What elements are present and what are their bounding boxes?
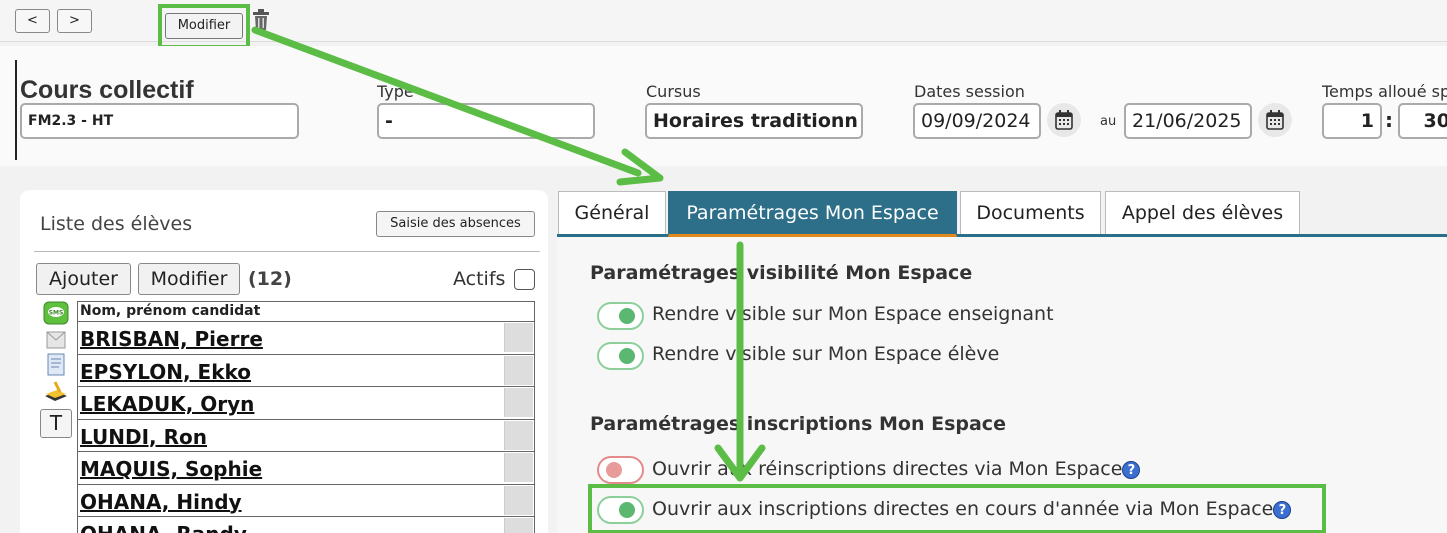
active-filter-label: Actifs — [453, 268, 506, 290]
eraser-icon[interactable] — [504, 420, 533, 450]
text-icon[interactable]: T — [40, 409, 72, 438]
table-row[interactable]: EPSYLON, Ekko — [78, 355, 534, 387]
help-icon[interactable]: ? — [1122, 461, 1141, 479]
eraser-icon[interactable] — [504, 518, 533, 533]
envelope-icon[interactable] — [43, 327, 69, 351]
tab-documents[interactable]: Documents — [960, 191, 1101, 234]
book-icon[interactable] — [43, 380, 69, 404]
course-title: Cours collectif — [20, 76, 194, 104]
table-row[interactable]: OHANA, Randy — [78, 517, 534, 533]
students-table: Nom, prénom candidat BRISBAN, Pierre EPS… — [77, 301, 535, 533]
cursus-label: Cursus — [646, 82, 701, 101]
visibility-section-title: Paramétrages visibilité Mon Espace — [590, 262, 973, 284]
active-filter-checkbox[interactable] — [514, 269, 535, 290]
toggle-visible-teacher[interactable] — [597, 302, 644, 330]
time-separator: : — [1385, 108, 1393, 132]
eraser-icon[interactable] — [504, 355, 533, 385]
student-name-link[interactable]: OHANA, Hindy — [80, 490, 242, 514]
table-row[interactable]: MAQUIS, Sophie — [78, 452, 534, 485]
reregistration-label: Ouvrir aux réinscriptions directes via M… — [652, 458, 1141, 480]
toggle-registration-year[interactable] — [597, 496, 644, 524]
svg-text:SMS: SMS — [49, 310, 64, 317]
students-title: Liste des élèves — [40, 213, 193, 235]
edit-students-button[interactable]: Modifier — [138, 263, 240, 295]
cursus-field[interactable]: Horaires traditionn — [645, 103, 863, 139]
table-row[interactable]: OHANA, Hindy — [78, 485, 534, 517]
table-row[interactable]: LUNDI, Ron — [78, 420, 534, 452]
next-button[interactable]: > — [57, 9, 92, 33]
dates-label: Dates session — [914, 82, 1025, 101]
visible-teacher-label: Rendre visible sur Mon Espace enseignant — [652, 303, 1054, 325]
table-header: Nom, prénom candidat — [78, 302, 534, 322]
student-name-link[interactable]: LUNDI, Ron — [80, 425, 207, 449]
reregistration-text: Ouvrir aux réinscriptions directes via M… — [652, 458, 1123, 480]
student-name-link[interactable]: EPSYLON, Ekko — [80, 360, 251, 384]
table-row[interactable]: BRISBAN, Pierre — [78, 322, 534, 355]
eraser-icon[interactable] — [504, 485, 533, 515]
time-hours-field[interactable]: 1 — [1322, 103, 1382, 139]
table-row[interactable]: LEKADUK, Oryn — [78, 387, 534, 420]
tab-mon-espace-settings[interactable]: Paramétrages Mon Espace — [668, 191, 957, 237]
registration-year-label: Ouvrir aux inscriptions directes en cour… — [652, 498, 1292, 520]
student-name-link[interactable]: OHANA, Randy — [80, 522, 247, 533]
date-start-field[interactable]: 09/09/2024 — [913, 103, 1041, 139]
add-student-button[interactable]: Ajouter — [36, 263, 131, 295]
previous-button[interactable]: < — [15, 9, 50, 33]
tab-student-attendance[interactable]: Appel des élèves — [1105, 191, 1300, 234]
student-count: (12) — [248, 268, 292, 290]
tab-general[interactable]: Général — [558, 191, 666, 234]
date-end-field[interactable]: 21/06/2025 — [1124, 103, 1252, 139]
help-icon[interactable]: ? — [1273, 501, 1292, 519]
sms-icon[interactable]: SMS — [43, 301, 69, 325]
type-field[interactable]: - — [377, 103, 595, 139]
time-allotted-label: Temps alloué sp — [1322, 82, 1447, 101]
course-name-field[interactable]: FM2.3 - HT — [20, 103, 299, 139]
trash-icon[interactable] — [252, 9, 270, 31]
registration-section-title: Paramétrages inscriptions Mon Espace — [590, 413, 1006, 435]
student-name-link[interactable]: BRISBAN, Pierre — [80, 327, 263, 351]
eraser-icon[interactable] — [504, 323, 533, 352]
toggle-visible-student[interactable] — [597, 342, 644, 370]
document-icon[interactable] — [43, 353, 69, 377]
student-name-link[interactable]: MAQUIS, Sophie — [80, 457, 262, 481]
header-divider — [15, 60, 17, 160]
calendar-icon[interactable] — [1258, 103, 1292, 137]
eraser-icon[interactable] — [504, 388, 533, 417]
visible-student-label: Rendre visible sur Mon Espace élève — [652, 343, 1000, 365]
calendar-icon[interactable] — [1047, 103, 1081, 137]
time-minutes-field[interactable]: 30 — [1398, 103, 1447, 139]
toggle-reregistration[interactable] — [597, 456, 644, 484]
student-name-link[interactable]: LEKADUK, Oryn — [80, 392, 254, 416]
absences-button[interactable]: Saisie des absences — [376, 211, 535, 237]
modify-button[interactable]: Modifier — [165, 13, 243, 39]
eraser-icon[interactable] — [504, 453, 533, 482]
date-separator: au — [1100, 114, 1117, 129]
type-label: Type — [377, 82, 414, 101]
registration-year-text: Ouvrir aux inscriptions directes en cour… — [652, 498, 1274, 520]
panel-divider — [34, 251, 540, 252]
